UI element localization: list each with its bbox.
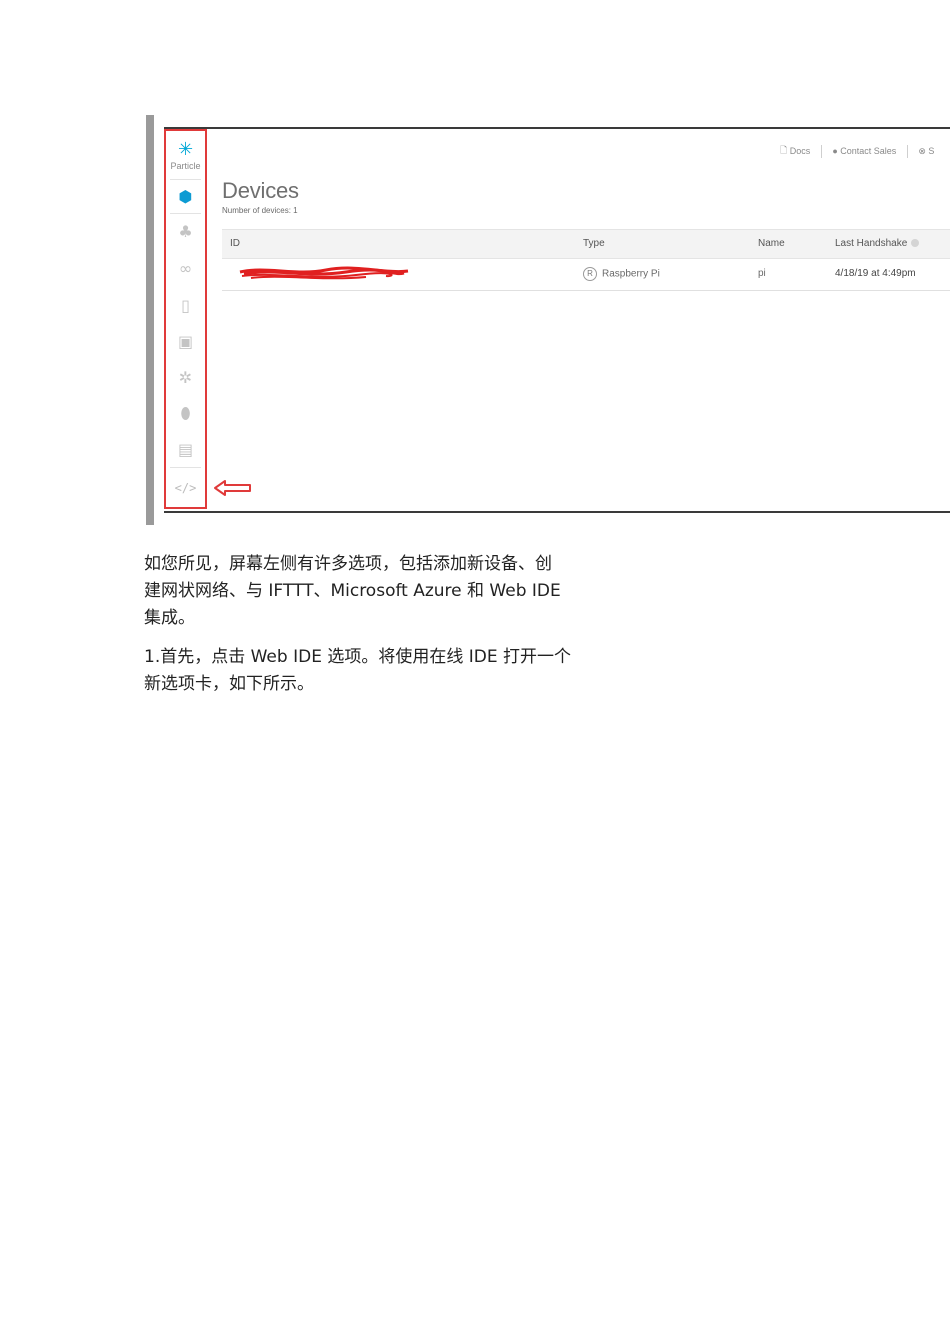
paragraph-step-1: 1.首先，点击 Web IDE 选项。将使用在线 IDE 打开一个 新选项卡，如… <box>144 644 584 698</box>
device-type-cell[interactable]: R Raspberry Pi <box>583 267 660 281</box>
integrations-icon[interactable]: ✲ <box>166 369 205 387</box>
text-line: 集成。 <box>144 608 195 628</box>
device-name-cell[interactable]: pi <box>758 268 766 279</box>
sidebar-divider <box>170 179 201 180</box>
raspberry-pi-badge-icon: R <box>583 267 597 281</box>
products-icon[interactable]: ♣ <box>166 223 205 241</box>
contact-sales-link[interactable]: Contact Sales <box>840 146 896 156</box>
table-row-divider <box>222 290 950 291</box>
support-link-partial[interactable]: S <box>928 146 934 156</box>
text-line: 新选项卡，如下所示。 <box>144 674 314 694</box>
highlight-arrow-icon <box>214 480 251 496</box>
paragraph-intro: 如您所见，屏幕左侧有许多选项，包括添加新设备、创 建网状网络、与 IFTTT、M… <box>144 551 584 632</box>
sidebar-divider <box>170 213 201 214</box>
device-count: Number of devices: 1 <box>222 206 298 215</box>
sidebar-highlight: ✳ Particle ⬢ ♣ ∞ ▯ ▣ ✲ ⬮ ▤ </> <box>164 129 207 509</box>
column-header-name: Name <box>758 238 785 249</box>
brand-label: Particle <box>170 161 201 171</box>
column-header-label: Last Handshake <box>835 238 908 249</box>
nav-divider <box>820 144 822 158</box>
top-nav: 🗋 Docs ● Contact Sales ⊗ S <box>780 143 934 159</box>
text-line: 1.首先，点击 Web IDE 选项。将使用在线 IDE 打开一个 <box>144 647 571 667</box>
authentication-icon[interactable]: ⬮ <box>166 405 205 423</box>
sim-cards-icon[interactable]: ▯ <box>166 297 205 315</box>
docs-icon: 🗋 <box>780 145 788 155</box>
info-icon <box>911 239 920 248</box>
column-header-id: ID <box>230 238 240 249</box>
billing-icon[interactable]: ▤ <box>166 441 205 459</box>
support-icon: ⊗ <box>918 145 926 156</box>
text-line: 如您所见，屏幕左侧有许多选项，包括添加新设备、创 <box>144 554 552 574</box>
console-icon[interactable]: ▣ <box>166 333 205 351</box>
sidebar-divider <box>170 467 201 468</box>
text-line: 建网状网络、与 IFTTT、Microsoft Azure 和 Web IDE <box>144 581 561 601</box>
device-type: Raspberry Pi <box>602 268 660 280</box>
column-header-last-handshake: Last Handshake <box>835 238 920 249</box>
last-handshake-cell: 4/18/19 at 4:49pm <box>835 268 916 279</box>
nav-divider <box>906 144 908 158</box>
redacted-id-scribble <box>239 266 409 280</box>
mesh-networks-icon[interactable]: ∞ <box>166 260 205 278</box>
devices-cube-icon[interactable]: ⬢ <box>166 188 205 206</box>
column-header-type: Type <box>583 238 605 249</box>
particle-logo-icon: ✳ <box>177 139 194 160</box>
screenshot-edge-bar <box>146 115 154 525</box>
chat-icon: ● <box>832 146 838 156</box>
page-title: Devices <box>222 178 299 203</box>
web-ide-code-icon[interactable]: </> <box>166 479 205 497</box>
docs-link[interactable]: Docs <box>790 146 811 156</box>
